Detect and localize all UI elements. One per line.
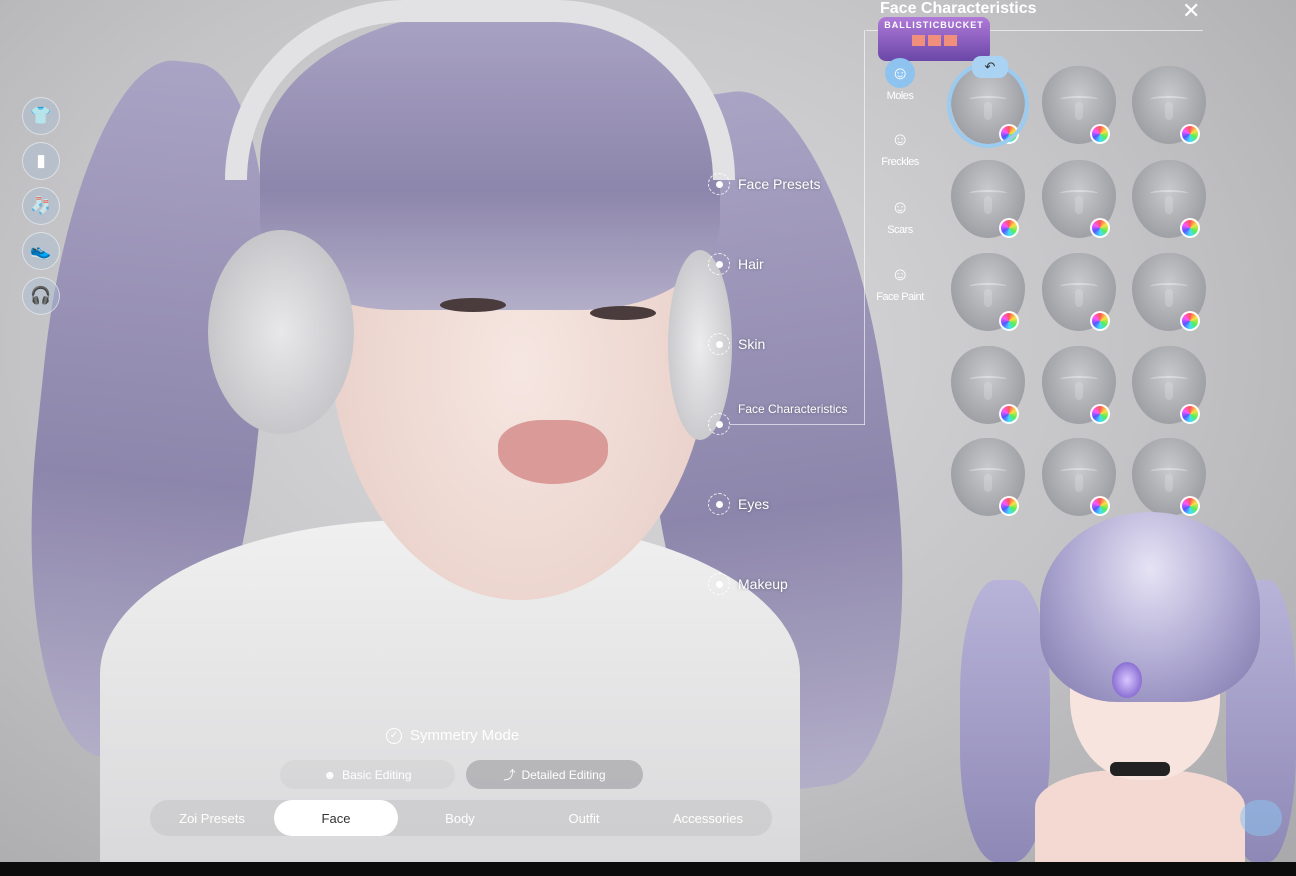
bottom-clothing-button[interactable]: ▮ — [22, 142, 60, 180]
color-picker-icon[interactable] — [1180, 311, 1200, 331]
color-picker-icon[interactable] — [1180, 218, 1200, 238]
characteristic-option[interactable] — [1132, 253, 1206, 331]
face-icon: ☻ — [323, 767, 337, 782]
shirt-icon: 👕 — [30, 106, 52, 125]
headwear-button[interactable]: 🎧 — [22, 277, 60, 315]
socks-button[interactable]: 🧦 — [22, 187, 60, 225]
streamer-badge: BALLISTICBUCKET — [878, 17, 990, 61]
tab-outfit[interactable]: Outfit — [522, 800, 646, 836]
streamer-name: BALLISTICBUCKET — [884, 20, 984, 30]
color-picker-icon[interactable] — [1090, 124, 1110, 144]
undo-icon[interactable]: ↶ — [972, 56, 1008, 78]
tab-accessories[interactable]: Accessories — [646, 800, 770, 836]
badge-icons — [878, 35, 990, 46]
left-eye — [440, 298, 506, 312]
left-earcup — [208, 230, 354, 434]
category-skin[interactable]: Skin — [708, 333, 765, 355]
subtab-freckles[interactable]: ☺ Freckles — [872, 124, 928, 169]
shoes-icon: 👟 — [30, 241, 52, 260]
top-clothing-button[interactable]: 👕 — [22, 97, 60, 135]
characteristic-option[interactable] — [1042, 66, 1116, 144]
category-dot-icon — [708, 253, 730, 275]
characteristic-option[interactable] — [951, 253, 1025, 331]
subtab-face-paint[interactable]: ☺ Face Paint — [872, 259, 928, 304]
detailed-editing-button[interactable]: ⤴ Detailed Editing — [466, 760, 643, 789]
character-viewport[interactable]: 👕 ▮ 🧦 👟 🎧 Face Presets Hair Skin Face Ch… — [0, 0, 1296, 862]
tab-body[interactable]: Body — [398, 800, 522, 836]
color-picker-icon[interactable] — [999, 404, 1019, 424]
mouth — [498, 420, 608, 484]
socks-icon: 🧦 — [30, 196, 52, 215]
bottom-black-bar — [0, 862, 1296, 876]
category-hair[interactable]: Hair — [708, 253, 764, 275]
shoes-button[interactable]: 👟 — [22, 232, 60, 270]
category-face-presets[interactable]: Face Presets — [708, 173, 820, 195]
avatar-choker — [1110, 762, 1170, 776]
side-button[interactable] — [1240, 800, 1282, 836]
symmetry-mode-toggle[interactable]: ✓ Symmetry Mode — [386, 727, 519, 744]
close-icon[interactable]: ✕ — [1182, 0, 1200, 22]
color-picker-icon[interactable] — [1090, 218, 1110, 238]
divider — [864, 30, 865, 425]
headphone-band — [225, 0, 735, 180]
headphones-icon: 🎧 — [30, 286, 52, 305]
category-dot-icon — [708, 413, 730, 435]
color-picker-icon[interactable] — [1180, 496, 1200, 516]
face-paint-icon: ☺ — [891, 263, 909, 284]
category-dot-icon — [708, 493, 730, 515]
pants-icon: ▮ — [36, 151, 46, 170]
face-profile-icon: ⤴ — [503, 768, 516, 782]
characteristic-option[interactable] — [1042, 160, 1116, 238]
scars-icon: ☺ — [891, 196, 909, 217]
characteristic-option[interactable] — [1042, 253, 1116, 331]
right-eye — [590, 306, 656, 320]
tab-face[interactable]: Face — [274, 800, 398, 836]
category-dot-icon — [708, 333, 730, 355]
color-picker-icon[interactable] — [1180, 404, 1200, 424]
freckles-icon: ☺ — [891, 128, 909, 149]
characteristic-option[interactable] — [1132, 346, 1206, 424]
avatar-eye — [1112, 662, 1142, 698]
color-picker-icon[interactable] — [1180, 124, 1200, 144]
panel-title: Face Characteristics — [880, 0, 1037, 17]
characteristic-option[interactable] — [951, 160, 1025, 238]
avatar-hair — [1040, 512, 1260, 702]
moles-icon: ☺ — [885, 58, 915, 88]
category-eyes[interactable]: Eyes — [708, 493, 769, 515]
characteristic-option[interactable] — [1132, 66, 1206, 144]
characteristic-option[interactable] — [1132, 438, 1206, 516]
tab-zoi-presets[interactable]: Zoi Presets — [150, 800, 274, 836]
basic-editing-button[interactable]: ☻ Basic Editing — [280, 760, 455, 789]
category-makeup[interactable]: Makeup — [708, 573, 788, 595]
category-face-characteristics[interactable]: Face Characteristics — [708, 402, 847, 435]
characteristic-option[interactable] — [951, 346, 1025, 424]
color-picker-icon[interactable] — [999, 496, 1019, 516]
color-picker-icon[interactable] — [1090, 311, 1110, 331]
avatar-body — [1035, 770, 1245, 862]
category-dot-icon — [708, 173, 730, 195]
characteristic-option[interactable]: ↶ — [947, 56, 1029, 148]
characteristic-option[interactable] — [951, 438, 1025, 516]
category-dot-icon — [708, 573, 730, 595]
color-picker-icon[interactable] — [1090, 496, 1110, 516]
characteristic-option[interactable] — [1132, 160, 1206, 238]
color-picker-icon[interactable] — [1090, 404, 1110, 424]
color-picker-icon[interactable] — [999, 311, 1019, 331]
subtab-scars[interactable]: ☺ Scars — [872, 192, 928, 237]
color-picker-icon[interactable] — [999, 218, 1019, 238]
characteristic-option[interactable] — [1042, 346, 1116, 424]
characteristic-option[interactable] — [1042, 438, 1116, 516]
subtab-moles[interactable]: ☺ Moles — [872, 58, 928, 102]
check-icon: ✓ — [386, 727, 402, 744]
